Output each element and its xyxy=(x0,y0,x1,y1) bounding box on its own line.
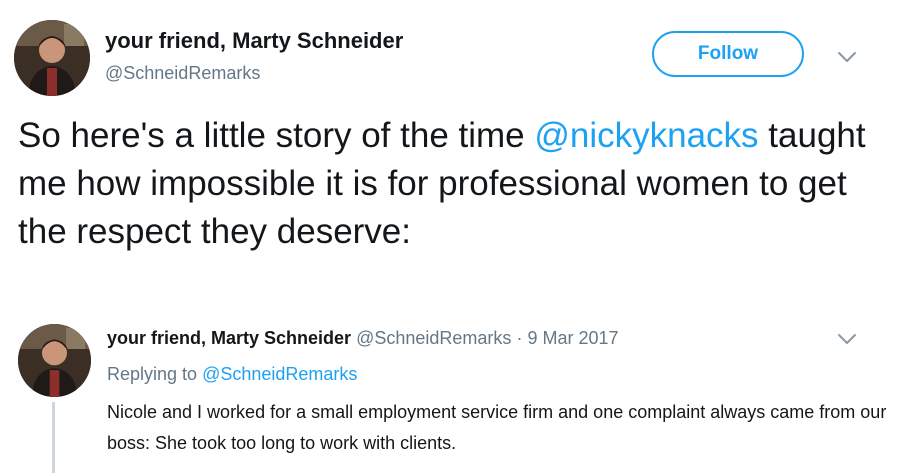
reply-author-name[interactable]: your friend, Marty Schneider xyxy=(107,328,351,348)
replying-handle-link[interactable]: @SchneidRemarks xyxy=(202,364,357,384)
replying-to: Replying to @SchneidRemarks xyxy=(107,364,357,385)
chevron-down-icon[interactable] xyxy=(837,333,857,345)
tweet-text-part: So here's a little story of the time xyxy=(18,116,535,155)
thread-line xyxy=(52,402,55,473)
meta-separator: · xyxy=(516,328,523,348)
author-avatar[interactable] xyxy=(14,20,90,96)
avatar-image xyxy=(18,324,91,397)
reply-author-handle[interactable]: @SchneidRemarks xyxy=(356,328,511,348)
reply-author-avatar[interactable] xyxy=(18,324,91,397)
mention-link[interactable]: @nickyknacks xyxy=(534,116,758,155)
replying-label: Replying to xyxy=(107,364,198,384)
reply-date[interactable]: 9 Mar 2017 xyxy=(527,328,618,348)
avatar-image xyxy=(14,20,90,96)
author-name[interactable]: your friend, Marty Schneider xyxy=(105,28,403,54)
author-handle[interactable]: @SchneidRemarks xyxy=(105,63,260,84)
reply-text: Nicole and I worked for a small employme… xyxy=(107,402,887,453)
chevron-down-icon[interactable] xyxy=(837,51,857,63)
tweet-text: So here's a little story of the time @ni… xyxy=(18,112,888,256)
reply-header: your friend, Marty Schneider @SchneidRem… xyxy=(107,328,619,349)
follow-button[interactable]: Follow xyxy=(652,31,804,77)
